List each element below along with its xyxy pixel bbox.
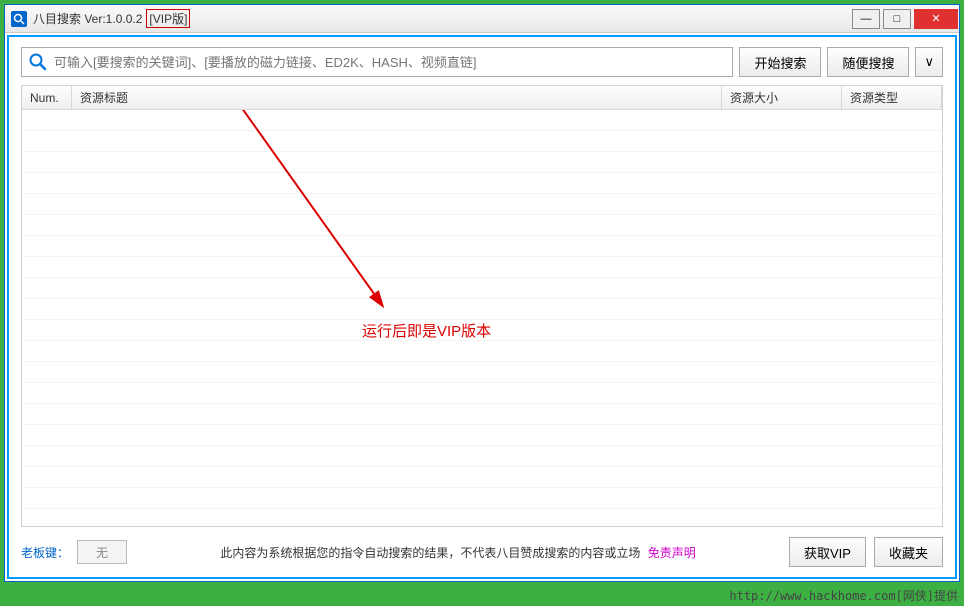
search-row: 开始搜索 随便搜搜 ∨ — [21, 47, 943, 77]
search-icon — [28, 52, 48, 72]
bottom-bar: 老板键： 无 此内容为系统根据您的指令自动搜索的结果，不代表八目赞成搜索的内容或… — [21, 537, 943, 567]
app-icon — [11, 11, 27, 27]
annotation-text: 运行后即是VIP版本 — [362, 320, 491, 341]
maximize-button[interactable]: □ — [883, 9, 911, 29]
table-body: 运行后即是VIP版本 — [22, 110, 942, 526]
vip-badge: [VIP版] — [146, 9, 190, 28]
table-header: Num. 资源标题 资源大小 资源类型 — [22, 86, 942, 110]
titlebar: 八目搜索 Ver:1.0.0.2 [VIP版] — □ ✕ — [5, 5, 959, 33]
random-search-button[interactable]: 随便搜搜 — [827, 47, 909, 77]
disclaimer-link[interactable]: 免责声明 — [648, 546, 696, 560]
main-window: 八目搜索 Ver:1.0.0.2 [VIP版] — □ ✕ 开始搜索 随便搜搜 … — [4, 4, 960, 582]
get-vip-button[interactable]: 获取VIP — [789, 537, 866, 567]
search-input[interactable] — [54, 48, 726, 76]
expand-button[interactable]: ∨ — [915, 47, 943, 77]
col-num[interactable]: Num. — [22, 86, 72, 109]
source-label: http://www.hackhome.com[网侠]提供 — [729, 587, 958, 604]
search-box — [21, 47, 733, 77]
disclaimer: 此内容为系统根据您的指令自动搜索的结果，不代表八目赞成搜索的内容或立场 免责声明 — [135, 544, 781, 561]
app-title: 八目搜索 Ver:1.0.0.2 — [33, 10, 142, 27]
favorites-button[interactable]: 收藏夹 — [874, 537, 943, 567]
col-size[interactable]: 资源大小 — [722, 86, 842, 109]
disclaimer-text: 此内容为系统根据您的指令自动搜索的结果，不代表八目赞成搜索的内容或立场 — [220, 546, 640, 560]
close-button[interactable]: ✕ — [914, 9, 958, 29]
bosskey-label: 老板键： — [21, 544, 69, 561]
bosskey-button[interactable]: 无 — [77, 540, 127, 564]
content-area: 开始搜索 随便搜搜 ∨ Num. 资源标题 资源大小 资源类型 — [7, 35, 957, 579]
start-search-button[interactable]: 开始搜索 — [739, 47, 821, 77]
col-title[interactable]: 资源标题 — [72, 86, 722, 109]
results-table: Num. 资源标题 资源大小 资源类型 运行后即是VIP版本 — [21, 85, 943, 527]
col-type[interactable]: 资源类型 — [842, 86, 942, 109]
window-controls: — □ ✕ — [852, 9, 959, 29]
minimize-button[interactable]: — — [852, 9, 880, 29]
